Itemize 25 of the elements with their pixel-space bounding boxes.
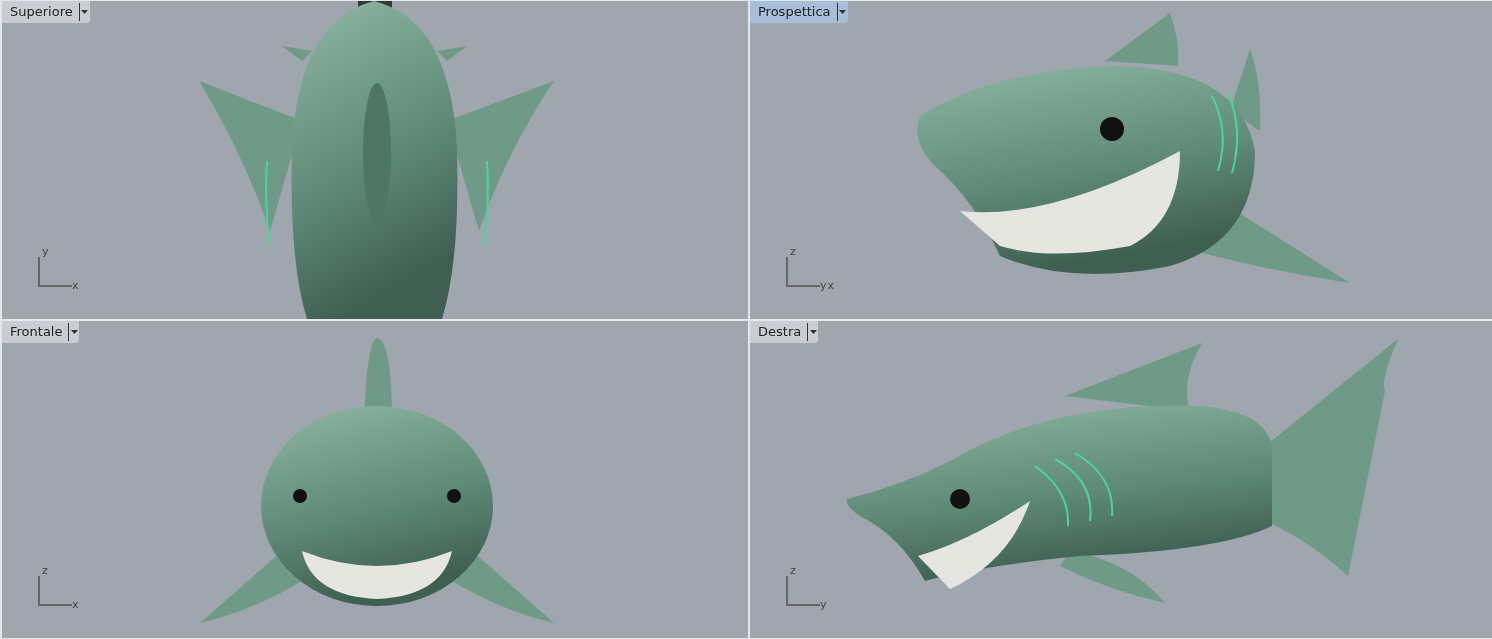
axis-label: z: [42, 564, 48, 577]
viewport-tab[interactable]: Superiore: [2, 1, 90, 23]
axis-label: x: [72, 279, 79, 292]
axis-icon: [786, 257, 820, 287]
axis-label: x: [827, 279, 835, 292]
axis-label: x: [72, 598, 79, 611]
viewport-tab[interactable]: Destra: [750, 321, 819, 343]
caret-icon: [81, 10, 89, 14]
caret-icon: [70, 330, 78, 334]
caret-icon: [839, 10, 847, 14]
axis-label: z: [790, 245, 796, 258]
viewport[interactable]: Superiore y x: [2, 1, 748, 319]
viewport[interactable]: Destra z y: [750, 321, 1492, 638]
viewport[interactable]: Prospettica z yx: [750, 1, 1492, 319]
axis-label: y: [820, 598, 827, 611]
caret-icon: [809, 330, 817, 334]
axis-label: z: [790, 564, 796, 577]
axis-label: y: [820, 279, 827, 292]
axis-icon: [786, 576, 820, 606]
axis-icon: [38, 576, 72, 606]
viewport-tab[interactable]: Frontale: [2, 321, 80, 343]
axis-icon: [38, 257, 72, 287]
viewport-tab[interactable]: Prospettica: [750, 1, 848, 23]
viewport[interactable]: Frontale z x: [2, 321, 748, 638]
axis-label: y: [42, 245, 49, 258]
